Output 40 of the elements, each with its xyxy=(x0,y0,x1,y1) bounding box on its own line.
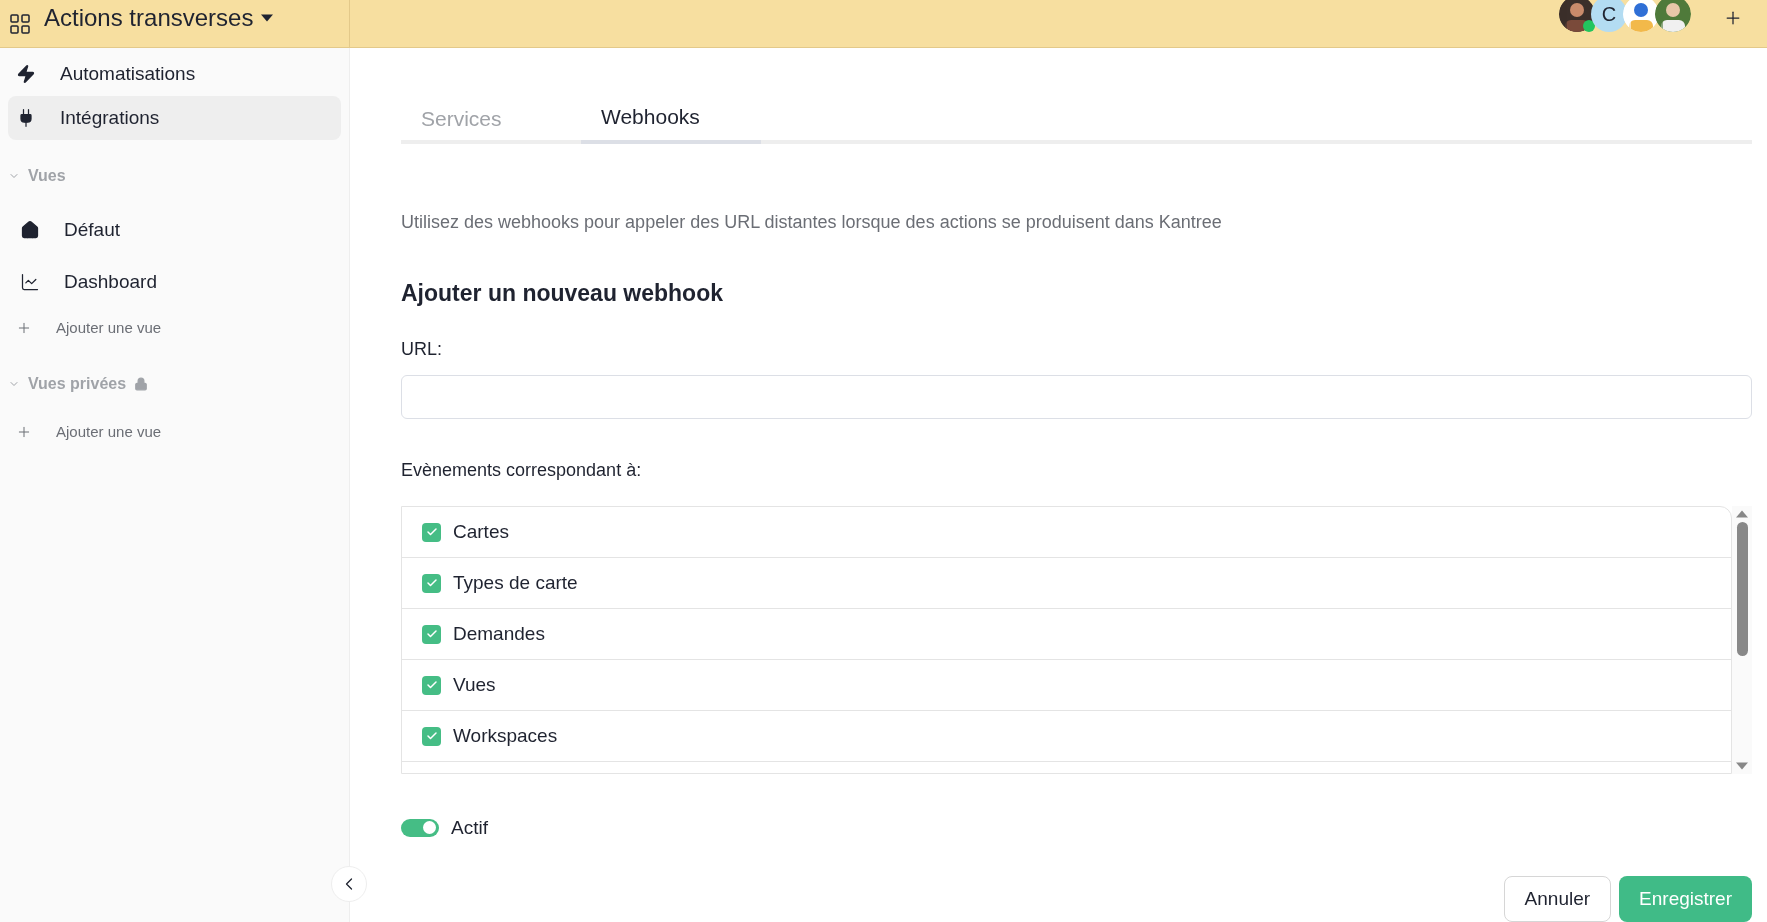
sidebar-item[interactable]: Dashboard xyxy=(8,256,341,308)
toggle-switch[interactable] xyxy=(401,818,439,837)
cancel-button[interactable]: Annuler xyxy=(1503,876,1612,922)
event-label: Vues xyxy=(453,673,496,698)
checkbox[interactable] xyxy=(422,624,441,644)
tab[interactable]: Webhooks xyxy=(581,94,761,144)
sidebar-item[interactable]: Défaut xyxy=(8,204,341,256)
event-label: Workspaces xyxy=(453,724,558,749)
checkbox[interactable] xyxy=(422,726,441,746)
workspace-title[interactable]: Actions transverses xyxy=(44,0,274,36)
description: Utilisez des webhooks pour appeler des URL distantes lorsque des actions se produisent dans Kantree xyxy=(401,211,1223,234)
toggle-label: Actif xyxy=(451,815,488,840)
event-label: Demandes xyxy=(453,622,545,647)
bolt-icon xyxy=(16,64,36,84)
caret-icon xyxy=(261,13,274,22)
section-title: Vues privées xyxy=(28,374,127,394)
checkbox[interactable] xyxy=(422,522,441,542)
event-label: Cartes xyxy=(453,520,509,545)
section-title: Vues xyxy=(28,166,66,186)
avatar[interactable]: C xyxy=(1591,0,1627,32)
section-heading: Ajouter un nouveau webhook xyxy=(401,279,724,308)
sidebar-item[interactable]: Automatisations xyxy=(8,52,341,96)
house-icon xyxy=(20,220,40,240)
event-label: Types de carte xyxy=(453,571,578,596)
url-field[interactable] xyxy=(401,374,1752,420)
plus-icon xyxy=(16,424,32,440)
line-chart-icon xyxy=(20,272,40,292)
scroll-down-icon[interactable] xyxy=(1736,761,1748,770)
field-label: Evènements correspondant à: xyxy=(401,459,643,483)
scrollbar[interactable] xyxy=(1732,506,1752,774)
add-view-link[interactable]: Ajouter une vue xyxy=(8,412,341,452)
plus-icon xyxy=(16,320,32,336)
checkbox[interactable] xyxy=(422,675,441,695)
grid-icon xyxy=(8,11,32,36)
field-label: URL: xyxy=(401,337,443,361)
collapse-button[interactable] xyxy=(331,866,367,902)
add-view-link[interactable]: Ajouter une vue xyxy=(8,308,341,348)
sidebar-item[interactable]: Intégrations xyxy=(8,96,341,140)
checkbox[interactable] xyxy=(422,573,441,593)
scroll-up-icon[interactable] xyxy=(1736,510,1748,519)
